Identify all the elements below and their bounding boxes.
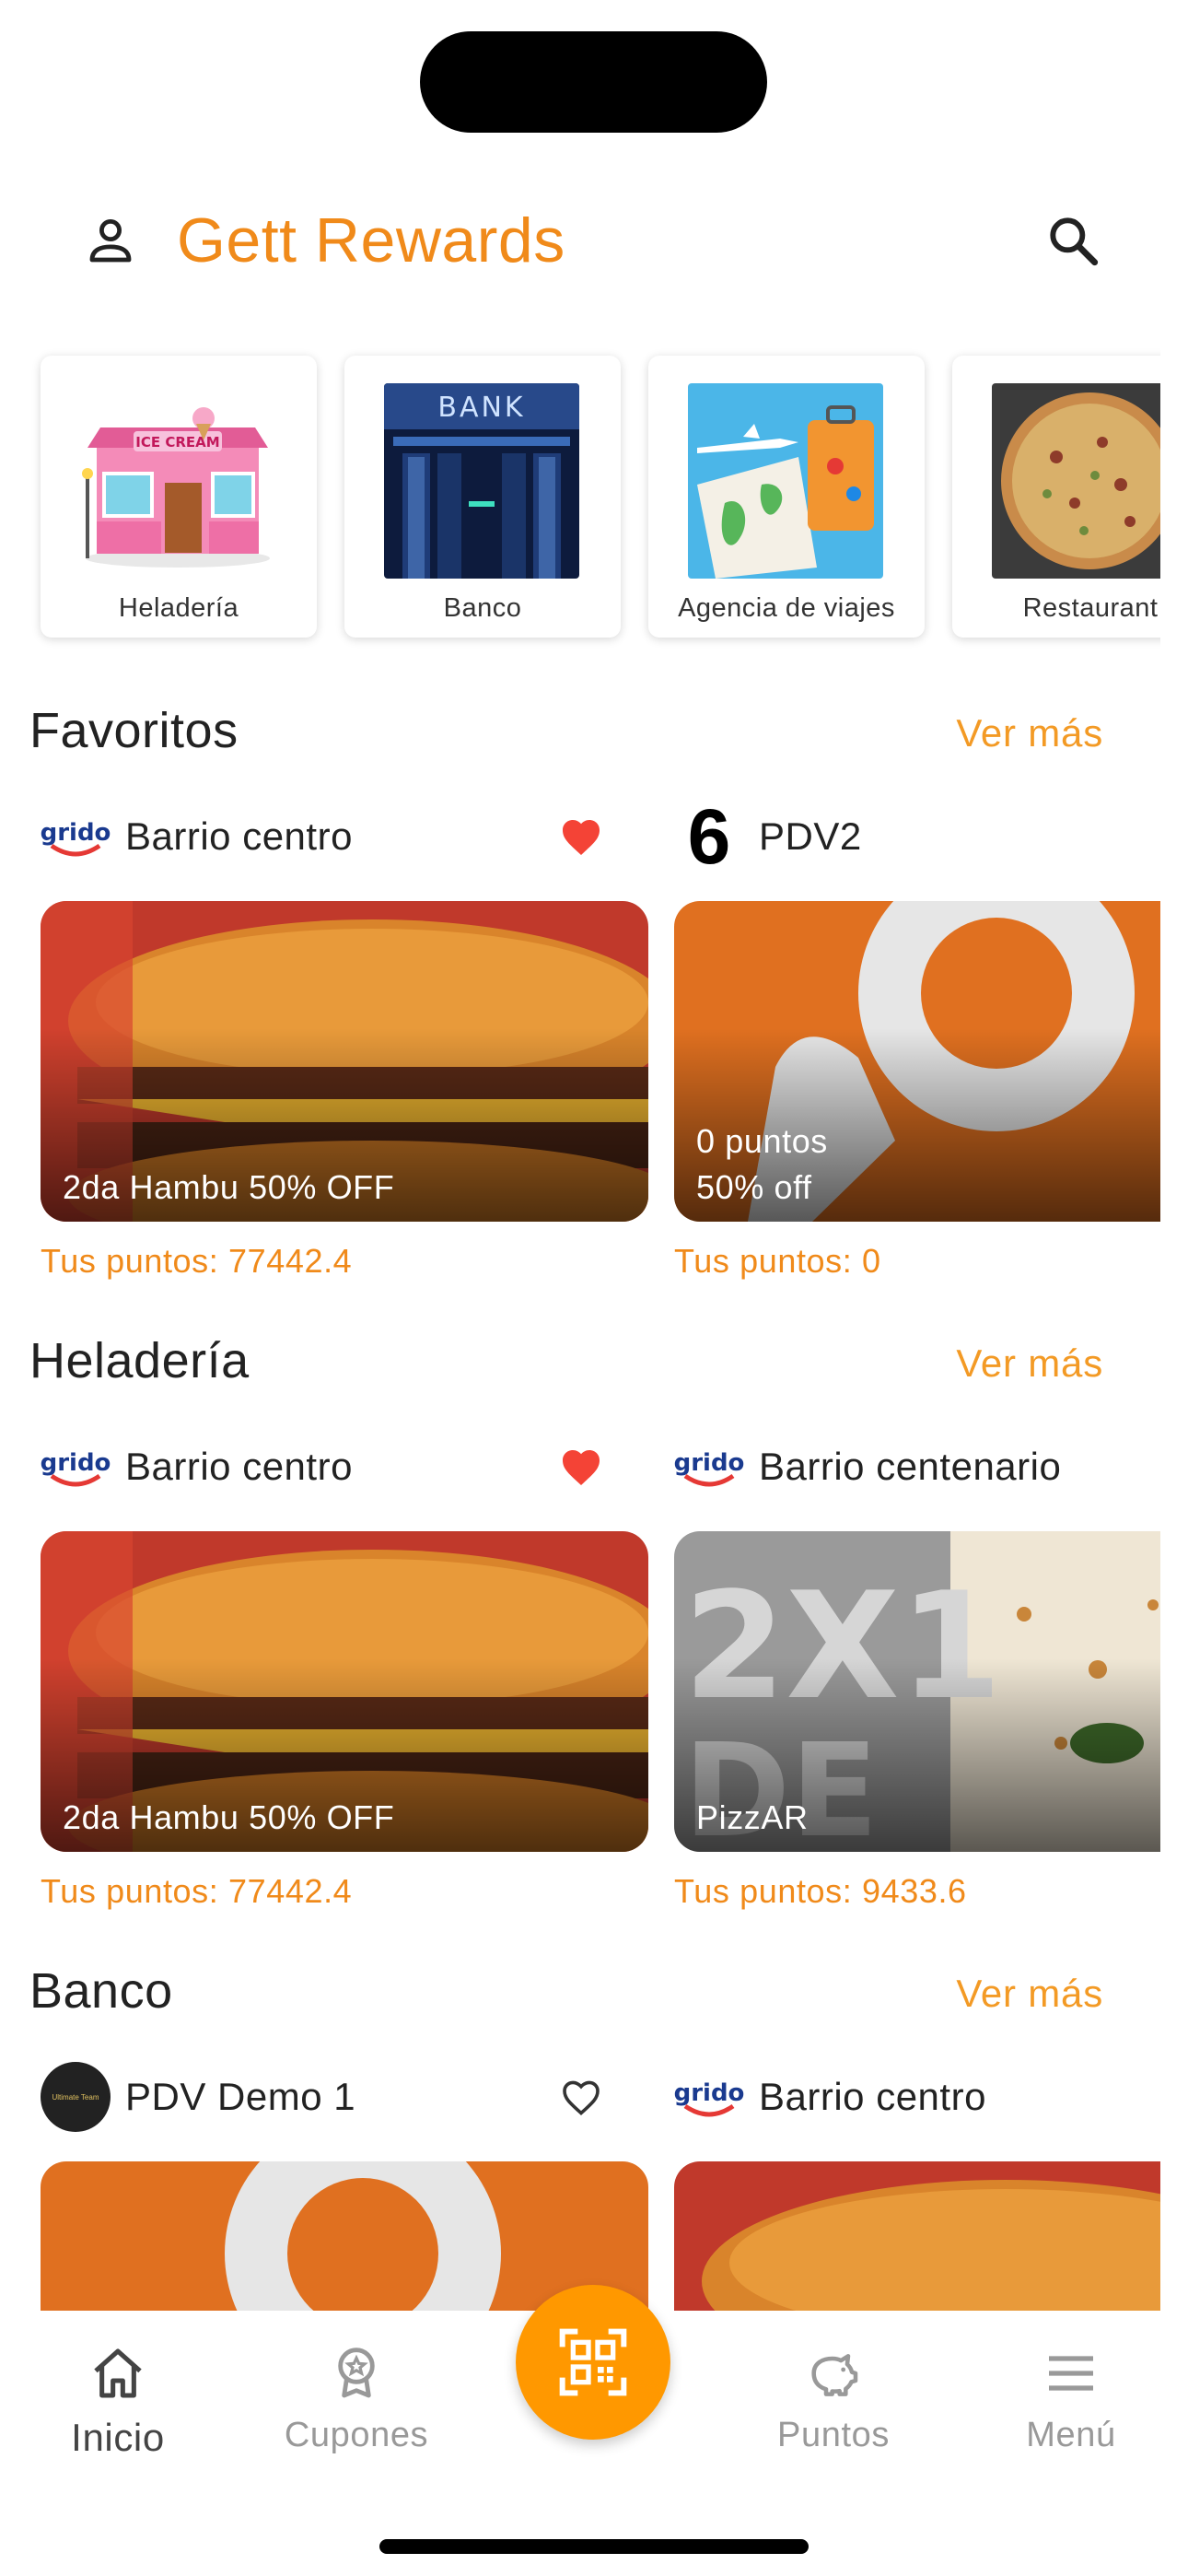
grido-logo: grido (674, 2062, 744, 2132)
logo-text: 6 (687, 802, 731, 872)
promo-caption: PizzAR (696, 1798, 809, 1836)
promo-card[interactable]: 2da Hambu 50% OFF (41, 901, 648, 1222)
pdv2-logo: 6 (674, 802, 744, 872)
store-header[interactable]: grido Barrio centro (41, 1430, 353, 1504)
see-more-banco[interactable]: Ver más (956, 1972, 1103, 2016)
grido-logo: grido (41, 802, 111, 872)
tab-label: Puntos (777, 2416, 890, 2454)
user-points: Tus puntos: 9433.6 (674, 1872, 967, 1910)
logo-text: grido (674, 2079, 744, 2107)
promo-caption: 50% off (696, 1168, 812, 1206)
grido-logo: grido (41, 1432, 111, 1502)
store-header[interactable]: 6 PDV2 (674, 800, 862, 873)
tab-label: Cupones (284, 2416, 429, 2454)
store-header[interactable]: grido Barrio centro (674, 2060, 986, 2134)
store-name: Barrio centenario (759, 1445, 1062, 1488)
store-header[interactable]: grido Barrio centenario (674, 1430, 1061, 1504)
menu-icon (1049, 2356, 1093, 2391)
promo-card[interactable]: 2da Hambu 50% OFF (41, 1531, 648, 1852)
tab-inicio[interactable]: Inicio (17, 2344, 219, 2460)
store-name: PDV Demo 1 (125, 2075, 356, 2118)
section-title-banco: Banco (29, 1963, 173, 2019)
promo-card[interactable]: 0 puntos 50% off (674, 901, 1160, 1222)
see-more-favoritos[interactable]: Ver más (956, 711, 1103, 755)
store-name: Barrio centro (125, 814, 353, 858)
qr-scan-icon (559, 2328, 627, 2396)
section-title-heladeria: Heladería (29, 1333, 250, 1388)
tab-puntos[interactable]: Puntos (732, 2344, 935, 2455)
logo-text: grido (41, 819, 111, 847)
tab-label: Menú (1026, 2416, 1116, 2454)
home-indicator (379, 2539, 809, 2554)
grido-logo: grido (674, 1432, 744, 1502)
favorite-heart-outline-icon[interactable] (559, 2077, 603, 2117)
pdv-demo-logo: Ultimate Team (41, 2062, 111, 2132)
user-points: Tus puntos: 77442.4 (41, 1242, 353, 1280)
favorite-heart-icon[interactable] (559, 816, 603, 857)
store-name: Barrio centro (125, 1445, 353, 1488)
tab-label: Inicio (71, 2416, 165, 2459)
store-header[interactable]: Ultimate Team PDV Demo 1 (41, 2060, 355, 2134)
promo-card[interactable]: 2X1 DE PizzAR (674, 1531, 1160, 1852)
store-name: PDV2 (759, 814, 862, 858)
store-name: Barrio centro (759, 2075, 986, 2118)
logo-text: Ultimate Team (52, 2092, 99, 2102)
logo-text: grido (674, 1449, 744, 1477)
see-more-heladeria[interactable]: Ver más (956, 1341, 1103, 1386)
favorite-heart-icon[interactable] (559, 1446, 603, 1487)
content-scroll[interactable]: Favoritos Ver más grido Barrio centro 6 … (0, 0, 1160, 2576)
tab-menu[interactable]: Menú (970, 2344, 1172, 2455)
section-title-favoritos: Favoritos (29, 703, 239, 758)
piggy-bank-icon (811, 2354, 858, 2396)
qr-scan-button[interactable] (516, 2285, 670, 2440)
home-icon (94, 2348, 142, 2398)
coupon-icon (338, 2348, 375, 2398)
promo-points-caption: 0 puntos (696, 1122, 828, 1160)
promo-caption: 2da Hambu 50% OFF (63, 1168, 395, 1206)
promo-caption: 2da Hambu 50% OFF (63, 1798, 395, 1836)
tab-cupones[interactable]: Cupones (255, 2344, 458, 2455)
user-points: Tus puntos: 0 (674, 1242, 881, 1280)
store-header[interactable]: grido Barrio centro (41, 800, 353, 873)
user-points: Tus puntos: 77442.4 (41, 1872, 353, 1910)
logo-text: grido (41, 1449, 111, 1477)
